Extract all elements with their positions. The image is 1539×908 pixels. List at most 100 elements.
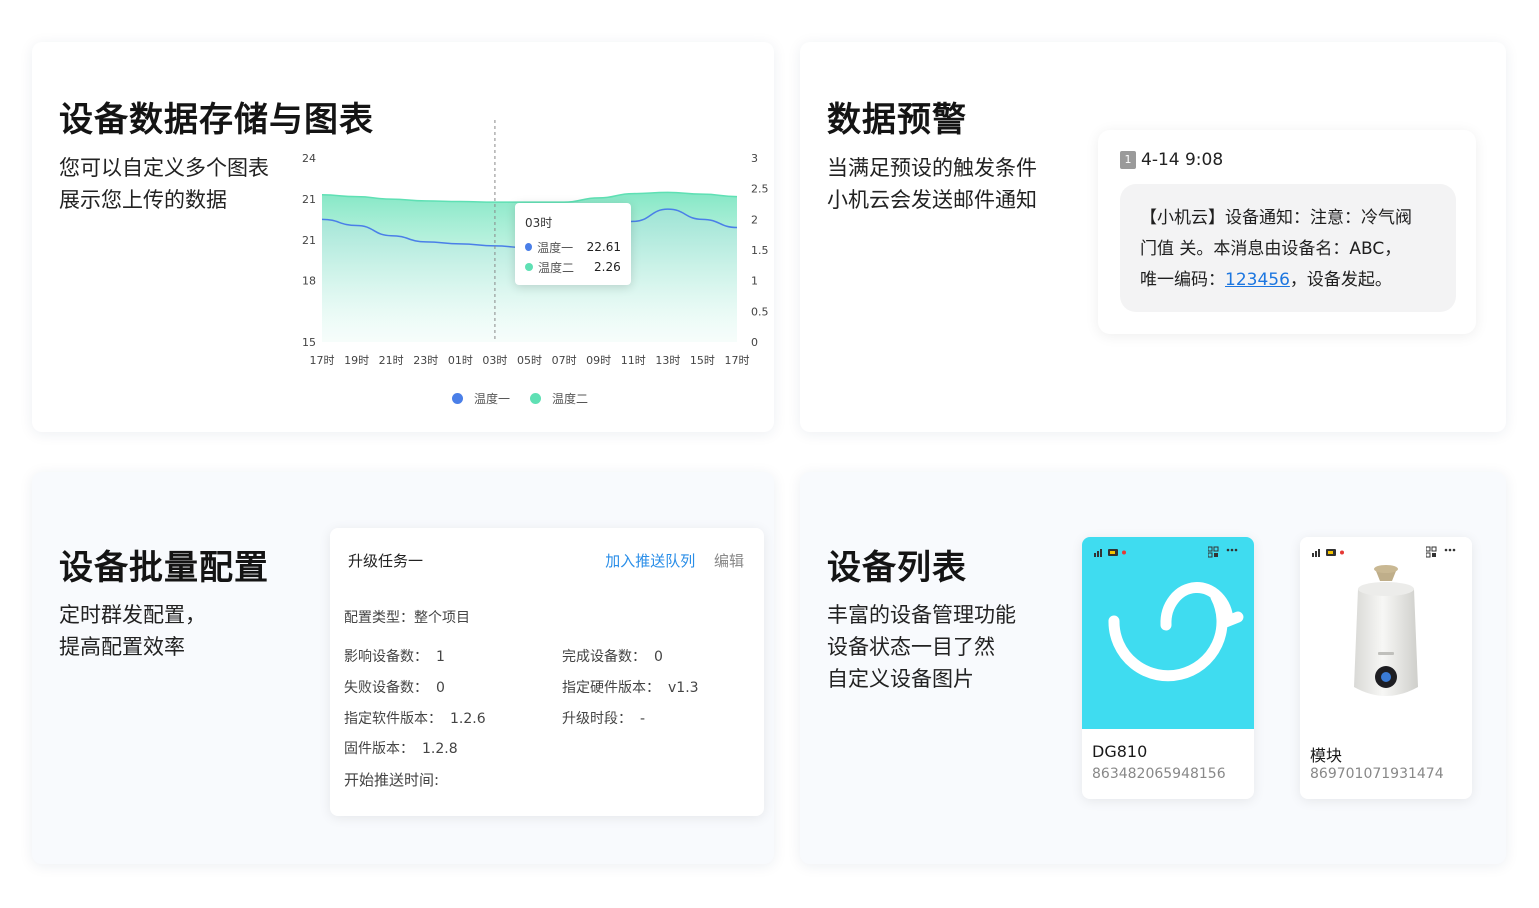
x-tick-2: 21时	[379, 354, 404, 367]
fw-version-label: 固件版本：	[344, 741, 414, 757]
device-name: DG810	[1092, 742, 1148, 761]
y-right-tick-1: 2.5	[751, 183, 769, 196]
tooltip-row-1: 温度一 22.61	[525, 237, 621, 257]
legend-label-2: 温度二	[552, 392, 589, 406]
device-id: 869701071931474	[1310, 766, 1444, 782]
storage-desc-line2: 展示您上传的数据	[59, 188, 227, 212]
sim-badge-icon: 1	[1120, 151, 1136, 169]
period-field: 升级时段： -	[562, 708, 645, 728]
affected-field: 影响设备数： 1	[344, 646, 445, 666]
device-id: 863482065948156	[1092, 766, 1226, 782]
completed-field: 完成设备数： 0	[562, 646, 663, 666]
x-tick-1: 19时	[344, 354, 369, 367]
batch-card: 设备批量配置 定时群发配置， 提高配置效率 升级任务一 加入推送队列 编辑 配置…	[32, 472, 774, 864]
add-to-queue-link[interactable]: 加入推送队列	[605, 552, 695, 570]
failed-value: 0	[436, 680, 445, 696]
x-tick-8: 09时	[586, 354, 611, 367]
task-name: 升级任务一	[348, 552, 424, 570]
tooltip-row-2: 温度二 2.26	[525, 257, 621, 277]
x-tick-3: 23时	[413, 354, 438, 367]
x-tick-5: 03时	[482, 354, 507, 367]
sms-message: 1 4-14 9:08 【小机云】设备通知：注意：冷气阀 门值 关。本消息由设备…	[1098, 130, 1476, 334]
devices-desc-line1: 丰富的设备管理功能	[827, 603, 1016, 627]
x-tick-10: 13时	[655, 354, 680, 367]
period-label: 升级时段：	[562, 711, 632, 727]
tooltip-title: 03时	[525, 216, 553, 230]
completed-label: 完成设备数：	[562, 649, 646, 665]
x-tick-4: 01时	[448, 354, 473, 367]
config-type-value: 整个项目	[414, 610, 470, 626]
y-left-tick-1: 21	[302, 193, 316, 206]
legend-label-1: 温度一	[474, 392, 511, 406]
x-tick-0: 17时	[310, 354, 335, 367]
affected-label: 影响设备数：	[344, 649, 428, 665]
batch-title: 设备批量配置	[59, 548, 269, 588]
devices-card: 设备列表 丰富的设备管理功能 设备状态一目了然 自定义设备图片 DG810 86…	[800, 472, 1506, 864]
storage-desc-line1: 您可以自定义多个图表	[59, 156, 269, 180]
message-line3-prefix: 唯一编码：	[1140, 270, 1225, 290]
failed-field: 失败设备数： 0	[344, 677, 445, 697]
tooltip-name-2: 温度二	[538, 260, 575, 275]
device-image-module	[1300, 537, 1472, 729]
brand-logo-icon	[1108, 582, 1244, 682]
config-type-label: 配置类型：	[344, 610, 414, 626]
sw-version-value: 1.2.6	[450, 711, 486, 727]
y-left-tick-4: 15	[302, 336, 316, 349]
x-tick-11: 15时	[690, 354, 715, 367]
chart-legend: 温度一 温度二	[452, 390, 588, 407]
legend-item-series-2[interactable]: 温度二	[530, 390, 588, 407]
tooltip-name-1: 温度一	[537, 240, 574, 255]
y-right-tick-2: 2	[751, 213, 758, 226]
device-name: 模块	[1310, 746, 1343, 765]
tooltip-dot-1	[525, 243, 533, 251]
hw-version-field: 指定硬件版本： v1.3	[562, 677, 699, 697]
y-right-tick-4: 1	[751, 275, 758, 288]
legend-dot-2	[530, 393, 542, 404]
devices-desc-line2: 设备状态一目了然	[827, 635, 995, 659]
legend-dot-1	[452, 393, 463, 404]
storage-card: 设备数据存储与图表 您可以自定义多个图表 展示您上传的数据 17时 19时 21时 2…	[32, 42, 774, 432]
storage-desc: 您可以自定义多个图表 展示您上传的数据	[59, 152, 269, 216]
batch-desc: 定时群发配置， 提高配置效率	[59, 599, 206, 663]
device-image-dg810	[1082, 537, 1254, 729]
devices-desc: 丰富的设备管理功能 设备状态一目了然 自定义设备图片	[827, 599, 1016, 695]
message-time: 1 4-14 9:08	[1120, 150, 1223, 170]
device-card-dg810[interactable]: DG810 863482065948156	[1082, 537, 1254, 799]
config-type-field: 配置类型：整个项目	[344, 607, 470, 627]
task-actions: 加入推送队列 编辑	[605, 550, 744, 571]
alert-title: 数据预警	[827, 100, 967, 140]
fw-version-value: 1.2.8	[422, 741, 458, 757]
message-line3: 唯一编码：123456，设备发起。	[1140, 265, 1436, 296]
period-value: -	[640, 711, 646, 727]
start-time-label: 开始推送时间:	[344, 771, 440, 789]
x-tick-6: 05时	[517, 354, 542, 367]
affected-value: 1	[436, 649, 445, 665]
x-tick-9: 11时	[621, 354, 646, 367]
failed-label: 失败设备数：	[344, 680, 428, 696]
alert-desc-line1: 当满足预设的触发条件	[827, 156, 1037, 180]
start-time-field: 开始推送时间:	[344, 769, 439, 790]
devices-title: 设备列表	[827, 548, 967, 588]
batch-desc-line1: 定时群发配置，	[59, 603, 206, 627]
message-bubble: 【小机云】设备通知：注意：冷气阀 门值 关。本消息由设备名：ABC， 唯一编码：…	[1120, 184, 1456, 312]
message-line3-suffix: ，设备发起。	[1289, 270, 1392, 290]
y-right-tick-5: 0.5	[751, 305, 769, 318]
edit-link[interactable]: 编辑	[714, 552, 744, 570]
y-left-tick-3: 18	[302, 275, 316, 288]
hw-version-label: 指定硬件版本：	[562, 680, 660, 696]
hw-version-value: v1.3	[668, 680, 699, 696]
tooltip-value-2: 2.26	[594, 260, 621, 274]
alert-desc-line2: 小机云会发送邮件通知	[827, 188, 1037, 212]
tooltip-dot-2	[525, 263, 533, 271]
alert-card: 数据预警 当满足预设的触发条件 小机云会发送邮件通知 1 4-14 9:08 【…	[800, 42, 1506, 432]
devices-desc-line3: 自定义设备图片	[827, 667, 974, 691]
y-left-tick-0: 24	[302, 152, 316, 165]
message-timestamp: 4-14 9:08	[1141, 150, 1224, 170]
device-card-module[interactable]: 模块 869701071931474	[1300, 537, 1472, 799]
device-code-link[interactable]: 123456	[1225, 270, 1290, 290]
humidifier-icon	[1354, 565, 1418, 696]
legend-item-series-1[interactable]: 温度一	[452, 390, 510, 407]
x-tick-12: 17时	[725, 354, 750, 367]
upgrade-task-panel: 升级任务一 加入推送队列 编辑 配置类型：整个项目 影响设备数： 1 完成设备数：…	[330, 528, 764, 816]
batch-desc-line2: 提高配置效率	[59, 635, 185, 659]
